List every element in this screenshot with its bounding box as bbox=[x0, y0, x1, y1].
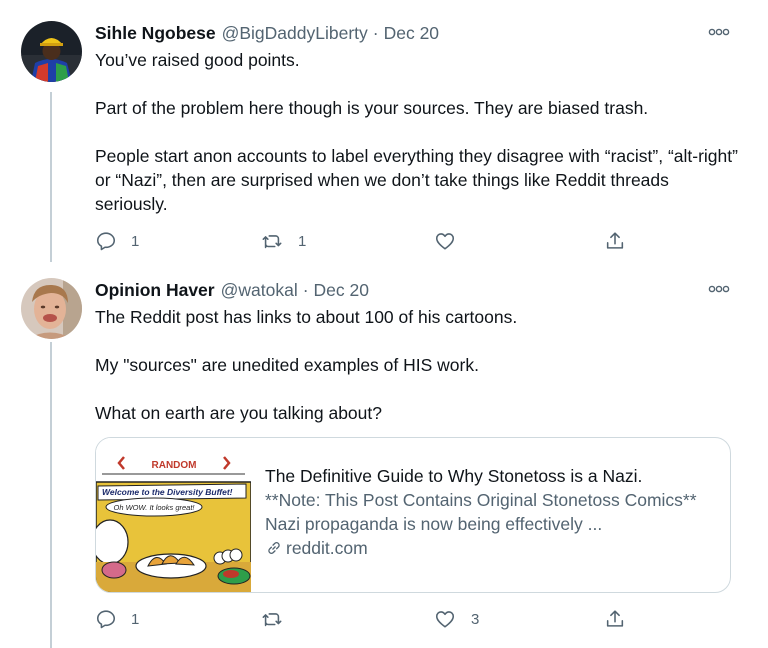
tweet[interactable]: Opinion Haver @watokal · Dec 20 The Redd… bbox=[0, 262, 768, 648]
link-domain-row: reddit.com bbox=[265, 536, 715, 560]
tweet-date[interactable]: Dec 20 bbox=[384, 23, 439, 44]
thread-line bbox=[50, 92, 52, 262]
link-preview-card[interactable]: RANDOM Welcome to the Diversity Buffet! … bbox=[95, 437, 731, 593]
tweet-text: The Reddit post has links to about 100 o… bbox=[95, 305, 745, 425]
retweet-button[interactable]: 1 bbox=[260, 229, 306, 253]
author-name[interactable]: Opinion Haver bbox=[95, 280, 215, 301]
tweet-header: Sihle Ngobese @BigDaddyLiberty · Dec 20 bbox=[95, 21, 439, 45]
link-description: **Note: This Post Contains Original Ston… bbox=[265, 490, 697, 534]
more-options-button[interactable] bbox=[706, 22, 732, 42]
more-horizontal-icon bbox=[708, 285, 730, 293]
tweet-paragraph: The Reddit post has links to about 100 o… bbox=[95, 307, 518, 327]
tweet-text: You’ve raised good points. Part of the p… bbox=[95, 48, 745, 216]
tweet-paragraph: My "sources" are unedited examples of HI… bbox=[95, 355, 479, 375]
avatar[interactable] bbox=[21, 278, 82, 339]
retweet-icon bbox=[262, 235, 282, 249]
share-button[interactable] bbox=[603, 607, 627, 631]
thread-line bbox=[50, 342, 52, 648]
tweet-actions: 1 3 bbox=[95, 607, 655, 631]
reply-icon bbox=[96, 232, 116, 251]
tweet[interactable]: Sihle Ngobese @BigDaddyLiberty · Dec 20 … bbox=[0, 0, 768, 262]
reply-icon bbox=[96, 610, 116, 629]
share-icon bbox=[606, 610, 624, 627]
reply-button[interactable]: 1 bbox=[95, 229, 139, 253]
tweet-date[interactable]: Dec 20 bbox=[314, 280, 369, 301]
reply-count: 1 bbox=[131, 232, 140, 250]
link-domain: reddit.com bbox=[286, 538, 368, 558]
reply-button[interactable]: 1 bbox=[95, 607, 139, 631]
tweet-paragraph: You’ve raised good points. bbox=[95, 50, 300, 70]
tweet-actions: 1 1 bbox=[95, 229, 655, 253]
like-button[interactable] bbox=[433, 229, 471, 253]
retweet-button[interactable] bbox=[260, 607, 298, 631]
link-title: The Definitive Guide to Why Stonetoss is… bbox=[265, 466, 643, 486]
like-count: 3 bbox=[471, 610, 480, 628]
share-icon bbox=[606, 232, 624, 249]
link-thumbnail: RANDOM Welcome to the Diversity Buffet! … bbox=[96, 438, 252, 592]
comic-nav-label: RANDOM bbox=[152, 460, 197, 471]
author-handle[interactable]: @BigDaddyLiberty bbox=[222, 23, 368, 44]
heart-icon bbox=[435, 611, 455, 628]
comic-banner-text: Welcome to the Diversity Buffet! bbox=[102, 487, 233, 497]
separator: · bbox=[302, 279, 309, 300]
retweet-icon bbox=[262, 613, 282, 627]
separator: · bbox=[372, 22, 379, 43]
more-options-button[interactable] bbox=[706, 279, 732, 299]
avatar[interactable] bbox=[21, 21, 82, 82]
tweet-paragraph: Part of the problem here though is your … bbox=[95, 98, 649, 118]
heart-icon bbox=[435, 233, 455, 250]
like-button[interactable]: 3 bbox=[433, 607, 479, 631]
author-handle[interactable]: @watokal bbox=[221, 280, 298, 301]
author-name[interactable]: Sihle Ngobese bbox=[95, 23, 216, 44]
tweet-paragraph: What on earth are you talking about? bbox=[95, 403, 382, 423]
reply-count: 1 bbox=[131, 610, 140, 628]
tweet-header: Opinion Haver @watokal · Dec 20 bbox=[95, 278, 369, 302]
retweet-count: 1 bbox=[298, 232, 307, 250]
tweet-paragraph: People start anon accounts to label ever… bbox=[95, 146, 738, 214]
share-button[interactable] bbox=[603, 229, 627, 253]
more-horizontal-icon bbox=[708, 28, 730, 36]
link-text: The Definitive Guide to Why Stonetoss is… bbox=[265, 464, 715, 560]
link-icon bbox=[268, 542, 280, 554]
comic-bubble-text: Oh WOW. It looks great! bbox=[114, 503, 196, 512]
